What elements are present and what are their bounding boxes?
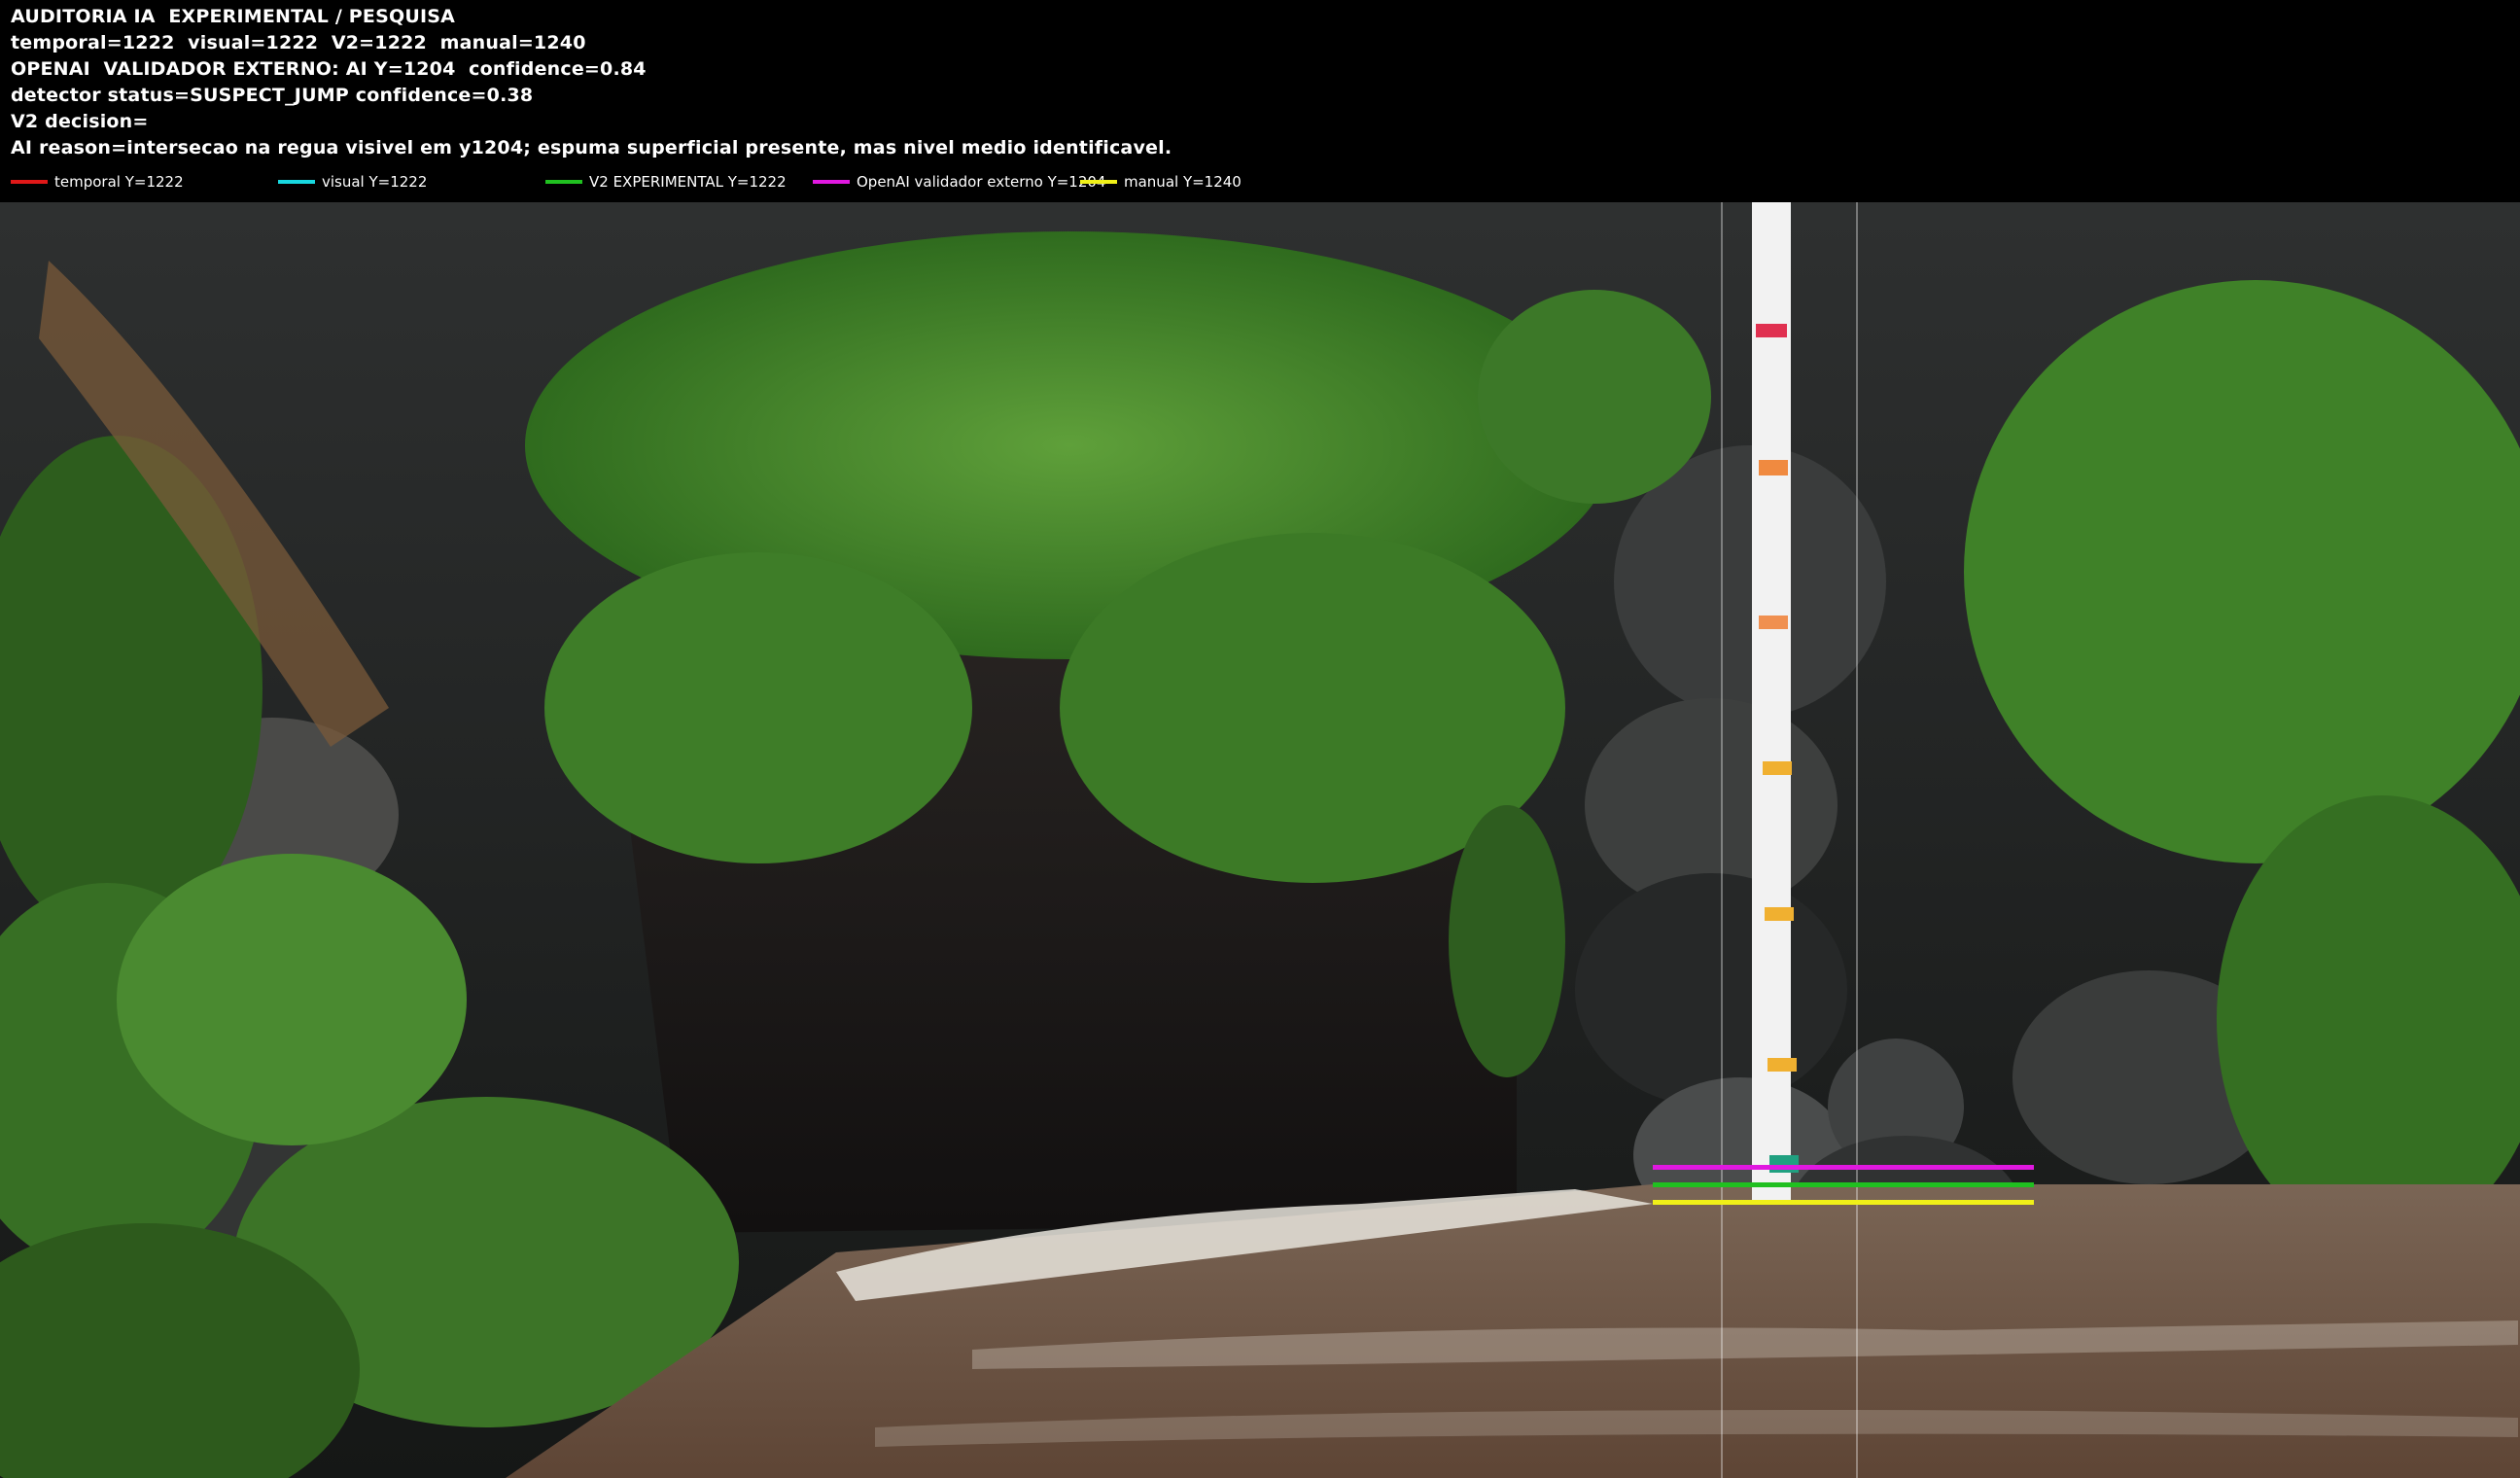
detector-status-line: detector status=SUSPECT_JUMP confidence=… xyxy=(11,85,534,106)
legend-swatch-temporal xyxy=(11,180,48,184)
audit-header: AUDITORIA IA EXPERIMENTAL / PESQUISA tem… xyxy=(0,0,2520,202)
legend-label-manual: manual Y=1240 xyxy=(1124,173,1242,191)
roi-boundary-left xyxy=(1721,202,1723,1478)
legend-label-visual: visual Y=1222 xyxy=(322,173,428,191)
legend-label-openai: OpenAI validador externo Y=1204 xyxy=(857,173,1106,191)
river-scene-image xyxy=(0,202,2520,1478)
legend-label-v2: V2 EXPERIMENTAL Y=1222 xyxy=(589,173,787,191)
roi-boundary-right xyxy=(1856,202,1858,1478)
legend-swatch-openai xyxy=(813,180,850,184)
values-line: temporal=1222 visual=1222 V2=1222 manual… xyxy=(11,32,586,53)
v2-decision-line: V2 decision= xyxy=(11,111,149,132)
ai-reason-line: AI reason=intersecao na regua visivel em… xyxy=(11,137,1172,158)
audit-title: AUDITORIA IA EXPERIMENTAL / PESQUISA xyxy=(11,6,456,27)
level-line-manual xyxy=(1653,1200,2034,1205)
legend-swatch-visual xyxy=(278,180,315,184)
level-line-v2 xyxy=(1653,1182,2034,1187)
camera-frame xyxy=(0,202,2520,1478)
openai-validator-line: OPENAI VALIDADOR EXTERNO: AI Y=1204 conf… xyxy=(11,58,647,80)
legend-swatch-v2 xyxy=(545,180,582,184)
legend-label-temporal: temporal Y=1222 xyxy=(54,173,184,191)
level-line-openai xyxy=(1653,1165,2034,1170)
legend-swatch-manual xyxy=(1080,180,1117,184)
